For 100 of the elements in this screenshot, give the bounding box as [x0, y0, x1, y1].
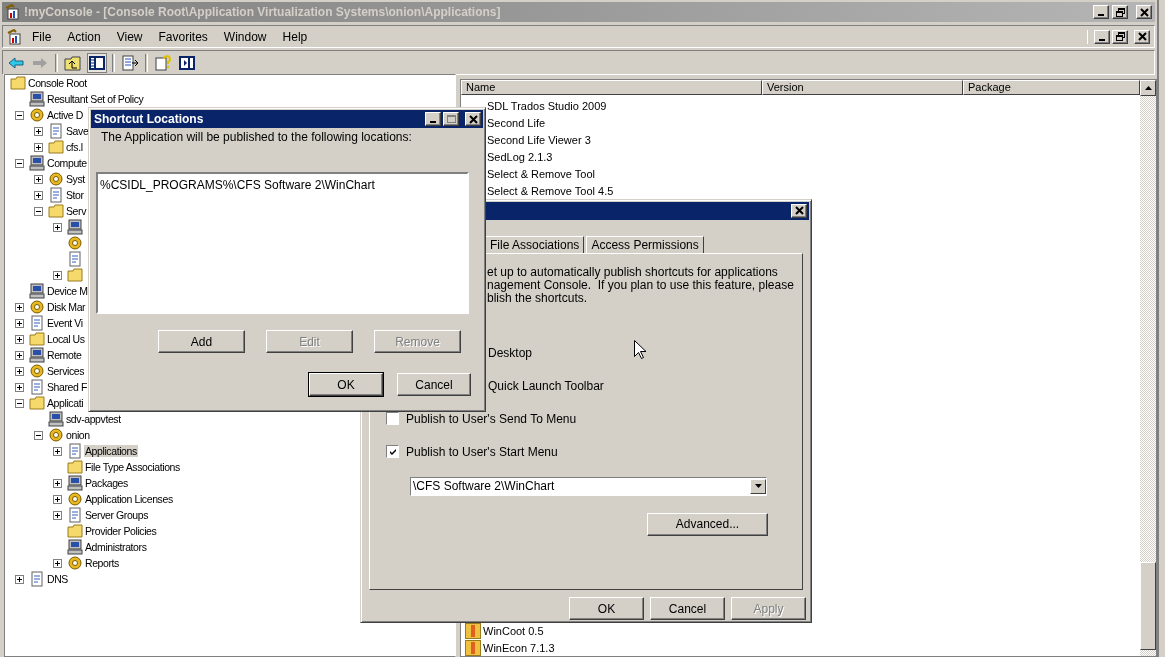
- dialog-button[interactable]: Cancel: [397, 373, 471, 396]
- application-name[interactable]: SDL Trados Studio 2009: [487, 99, 607, 112]
- console-icon[interactable]: [7, 28, 23, 45]
- close-button[interactable]: [1134, 29, 1150, 44]
- tree-item[interactable]: Active D: [46, 109, 84, 121]
- tree-item[interactable]: sdv-appvtest: [65, 413, 122, 425]
- collapse-icon[interactable]: [15, 398, 24, 408]
- tree-item[interactable]: Shared F: [46, 381, 88, 393]
- scrollbar[interactable]: [1140, 80, 1156, 656]
- collapse-icon[interactable]: [15, 158, 24, 168]
- tree-item[interactable]: File Type Associations: [84, 461, 181, 473]
- action-pane-icon[interactable]: [178, 53, 196, 72]
- expand-icon[interactable]: [34, 190, 43, 200]
- tree-item[interactable]: Application Licenses: [84, 493, 174, 505]
- menu-item[interactable]: Window: [216, 27, 274, 46]
- dialog-button[interactable]: OK: [569, 597, 644, 620]
- option-label[interactable]: Quick Launch Toolbar: [488, 378, 604, 393]
- expand-icon[interactable]: [53, 558, 62, 568]
- help-icon[interactable]: [154, 53, 172, 72]
- expand-icon[interactable]: [53, 510, 62, 520]
- minimize-button[interactable]: [1094, 29, 1110, 44]
- path-dropdown[interactable]: \CFS Software 2\WinChart: [410, 476, 767, 496]
- tree-item[interactable]: Disk Mar: [46, 301, 87, 313]
- tree-pane-icon[interactable]: [88, 53, 106, 72]
- scroll-thumb[interactable]: [1140, 562, 1156, 650]
- maximize-button[interactable]: [443, 112, 459, 126]
- expand-icon[interactable]: [34, 174, 43, 184]
- tree-item[interactable]: Compute: [46, 157, 88, 169]
- checkbox[interactable]: [386, 412, 399, 426]
- column-header[interactable]: Version: [762, 80, 963, 95]
- collapse-icon[interactable]: [34, 206, 43, 216]
- tree-item[interactable]: Save: [65, 125, 90, 137]
- tab[interactable]: File Associations: [485, 235, 585, 253]
- tree-item[interactable]: Local Us: [46, 333, 86, 345]
- tree-item[interactable]: Stor: [65, 189, 85, 201]
- expand-icon[interactable]: [15, 382, 24, 392]
- application-name[interactable]: WinEcon 7.1.3: [483, 641, 555, 654]
- menu-item[interactable]: Action: [60, 27, 108, 46]
- expand-icon[interactable]: [53, 222, 62, 232]
- location-item[interactable]: %CSIDL_PROGRAMS%\CFS Software 2\WinChart: [100, 178, 465, 192]
- tree-item[interactable]: Services: [46, 365, 86, 377]
- expand-icon[interactable]: [53, 494, 62, 504]
- expand-icon[interactable]: [15, 574, 24, 584]
- expand-icon[interactable]: [53, 270, 62, 280]
- column-header[interactable]: Name: [461, 80, 762, 95]
- tree-item[interactable]: Serv: [65, 205, 87, 217]
- restore-button[interactable]: [1112, 29, 1128, 44]
- tree-item[interactable]: cfs.l: [65, 141, 84, 153]
- expand-icon[interactable]: [15, 334, 24, 344]
- application-name[interactable]: WinCoot 0.5: [483, 624, 544, 637]
- minimize-button[interactable]: [425, 112, 441, 126]
- collapse-icon[interactable]: [34, 430, 43, 440]
- tree-item[interactable]: Applications: [84, 445, 138, 457]
- close-button[interactable]: [465, 112, 481, 126]
- restore-button[interactable]: [1112, 5, 1128, 19]
- expand-icon[interactable]: [34, 142, 43, 152]
- menu-item[interactable]: View: [109, 27, 150, 46]
- expand-icon[interactable]: [34, 126, 43, 136]
- dialog-button[interactable]: Add: [158, 330, 245, 353]
- export-list-icon[interactable]: [121, 53, 139, 72]
- application-name[interactable]: Second Life Viewer 3: [487, 133, 591, 146]
- expand-icon[interactable]: [15, 350, 24, 360]
- expand-icon[interactable]: [53, 478, 62, 488]
- column-header[interactable]: Package: [963, 80, 1140, 95]
- expand-icon[interactable]: [53, 446, 62, 456]
- option-label[interactable]: Publish to User's Start Menu: [406, 444, 558, 459]
- scroll-up-icon[interactable]: [1144, 86, 1152, 90]
- expand-icon[interactable]: [15, 302, 24, 312]
- tree-item[interactable]: Provider Policies: [84, 525, 158, 537]
- expand-icon[interactable]: [15, 318, 24, 328]
- application-name[interactable]: SedLog 2.1.3: [487, 150, 553, 163]
- tree-item[interactable]: Reports: [84, 557, 120, 569]
- minimize-button[interactable]: [1093, 5, 1109, 19]
- tree-item[interactable]: Resultant Set of Policy: [46, 93, 145, 105]
- folder-up-icon[interactable]: [64, 53, 82, 72]
- dialog-button[interactable]: Cancel: [650, 597, 725, 620]
- tree-item[interactable]: Server Groups: [84, 509, 150, 521]
- tree-item[interactable]: Console Root: [27, 77, 88, 89]
- close-button[interactable]: [1136, 5, 1152, 19]
- application-name[interactable]: Select & Remove Tool 4.5: [487, 184, 614, 197]
- collapse-icon[interactable]: [15, 110, 24, 120]
- menu-item[interactable]: Favorites: [151, 27, 215, 46]
- tab[interactable]: Access Permissions: [586, 235, 704, 253]
- tree-item[interactable]: Remote: [46, 349, 83, 361]
- tree-item[interactable]: Syst: [65, 173, 86, 185]
- dropdown-arrow-icon[interactable]: [754, 484, 762, 489]
- application-name[interactable]: Select & Remove Tool: [487, 167, 596, 180]
- option-label[interactable]: Desktop: [488, 345, 533, 360]
- menu-item[interactable]: Help: [275, 27, 315, 46]
- tree-item[interactable]: Event Vi: [46, 317, 84, 329]
- dialog-button[interactable]: OK: [309, 373, 383, 396]
- option-label[interactable]: Publish to User's Send To Menu: [406, 411, 577, 426]
- close-button[interactable]: [791, 203, 807, 218]
- application-name[interactable]: Second Life: [487, 116, 546, 129]
- menu-item[interactable]: File: [25, 27, 59, 46]
- tree-item[interactable]: Device M: [46, 285, 89, 297]
- checkbox[interactable]: [386, 445, 399, 459]
- expand-icon[interactable]: [15, 366, 24, 376]
- advanced-button[interactable]: Advanced...: [647, 512, 768, 536]
- tree-item[interactable]: Packages: [84, 477, 129, 489]
